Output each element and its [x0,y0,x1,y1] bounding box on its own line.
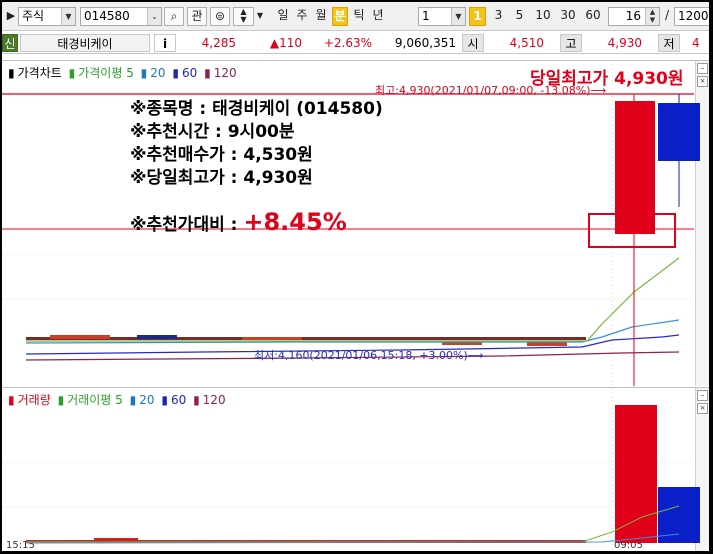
note-stock-name: ※종목명 : 태경비케이 (014580) [130,99,383,119]
chart-window: ▶ 주식 ▼ 014580 ⌄ ⌕ 관 ⊜ ▲ ▼ ▼ 일 주 월 분 틱 년 1… [2,2,709,551]
note-ratio: ※추천가대비 : +8.45% [130,208,347,236]
note-recommend-time: ※추천시간 : 9시00분 [130,122,295,142]
candle [242,337,302,340]
volume-bar-9am [615,405,657,543]
note-recommend-price: ※추천매수가 : 4,530원 [130,145,313,165]
note-day-high: ※당일최고가 : 4,930원 [130,168,313,188]
high-marker-label: 최고:4,930(2021/01/07,09:00, -13.08%)⟶ [375,84,607,97]
candle [137,335,177,339]
recommendation-note: ※종목명 : 태경비케이 (014580) ※추천시간 : 9시00분 ※추천매… [130,98,383,190]
note-ratio-value: +8.45% [243,208,347,236]
low-marker-label: 최저:4,160(2021/01/06,15:18, +3.00%)⟶ [254,349,484,362]
ma5-line [26,257,680,342]
candle-905 [658,103,700,161]
note-ratio-label: ※추천가대비 : [130,215,244,235]
volume-bar-905 [658,487,700,543]
candle [50,335,110,339]
vol-ma5-line [26,505,680,543]
